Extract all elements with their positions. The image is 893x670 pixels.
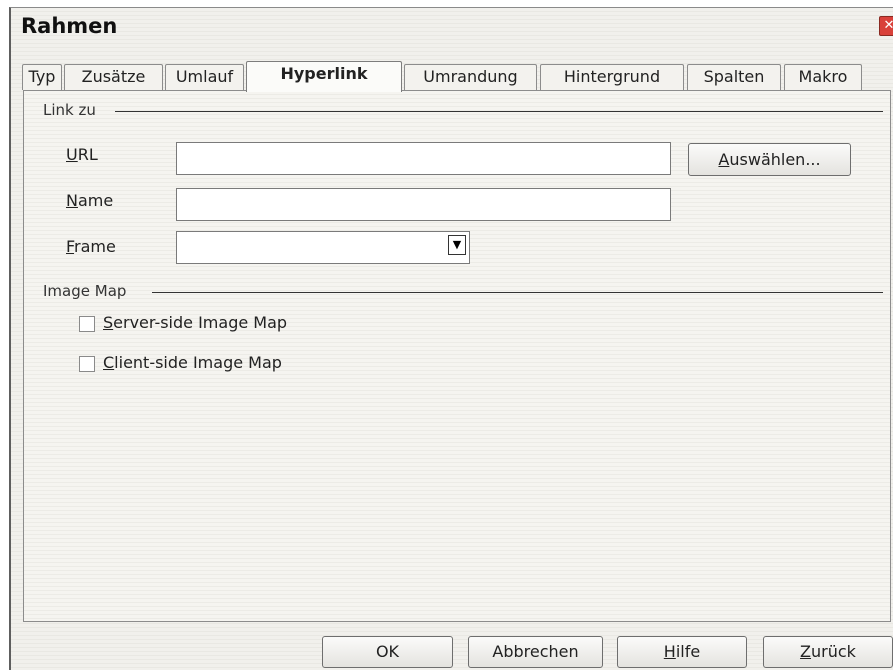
image-map-section-title: Image Map: [43, 282, 127, 300]
browse-button[interactable]: Auswählen...: [688, 143, 851, 176]
dialog-title: Rahmen: [21, 14, 118, 38]
help-button[interactable]: Hilfe: [617, 636, 747, 668]
client-side-image-map-label[interactable]: Client-side Image Map: [103, 353, 282, 372]
tab-hintergrund[interactable]: Hintergrund: [540, 64, 684, 90]
image-map-section-divider: [152, 292, 883, 293]
tab-umlauf[interactable]: Umlauf: [165, 64, 244, 90]
tab-zusaetze[interactable]: Zusätze: [64, 64, 163, 90]
cancel-button[interactable]: Abbrechen: [468, 636, 603, 668]
server-side-image-map-label[interactable]: Server-side Image Map: [103, 313, 287, 332]
tab-makro[interactable]: Makro: [784, 64, 862, 90]
hyperlink-panel: Link zu URL Auswählen... Name Frame ▼ Im…: [23, 90, 891, 622]
tab-typ[interactable]: Typ: [22, 64, 62, 90]
url-input[interactable]: [176, 142, 671, 175]
chevron-down-icon[interactable]: ▼: [448, 235, 466, 255]
frame-label: Frame: [66, 237, 116, 256]
name-label: Name: [66, 191, 114, 210]
ok-button[interactable]: OK: [322, 636, 453, 668]
reset-button[interactable]: Zurück: [763, 636, 893, 668]
frame-select[interactable]: ▼: [176, 231, 470, 264]
server-side-image-map-checkbox[interactable]: [79, 316, 95, 332]
close-icon[interactable]: ✕: [879, 16, 893, 36]
link-section-divider: [115, 111, 883, 112]
title-bar: Rahmen ✕: [11, 8, 893, 42]
tab-hyperlink[interactable]: Hyperlink: [246, 61, 402, 92]
tab-spalten[interactable]: Spalten: [687, 64, 781, 90]
name-input[interactable]: [176, 188, 671, 221]
client-side-image-map-checkbox[interactable]: [79, 356, 95, 372]
link-section-title: Link zu: [43, 101, 96, 119]
dialog-footer: OK Abbrechen Hilfe Zurück: [11, 626, 893, 670]
frame-dialog: Rahmen ✕ Typ Zusätze Umlauf Hyperlink Um…: [9, 7, 893, 670]
url-label: URL: [66, 145, 98, 164]
tab-umrandung[interactable]: Umrandung: [404, 64, 537, 90]
